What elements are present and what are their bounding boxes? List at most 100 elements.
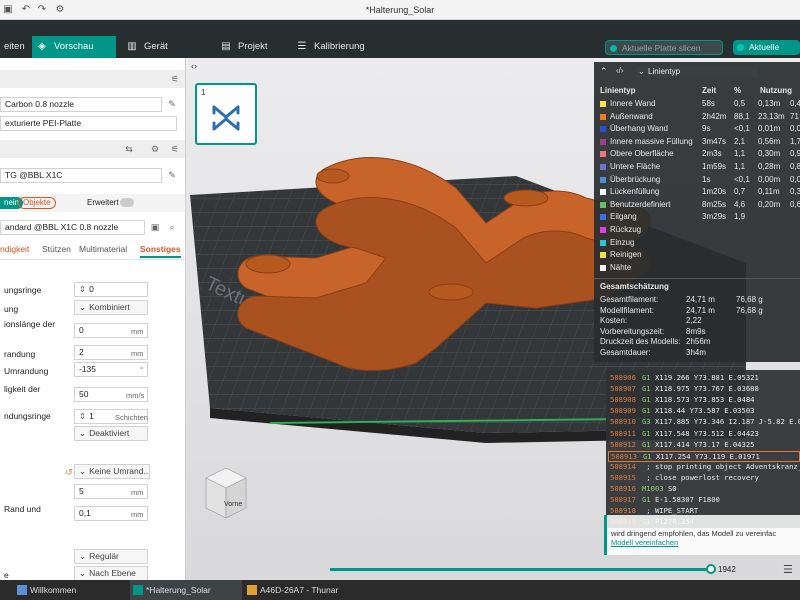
- gcode-viewer[interactable]: 508906 G1 X119.266 Y73.881 E.05321 508907 G…: [606, 370, 800, 528]
- collapse-icon[interactable]: ⌃: [600, 66, 608, 77]
- gcode-line[interactable]: 508916 M1003 S0: [610, 484, 677, 495]
- legend-time: 1m20s: [702, 187, 727, 197]
- layer-slider-track[interactable]: [330, 568, 706, 571]
- collapse-panel-icon[interactable]: ‹›: [188, 61, 200, 75]
- print-sequence-select[interactable]: ⌄ Nach Ebene: [74, 566, 148, 580]
- edit-icon[interactable]: ✎: [167, 170, 177, 181]
- plate-number: 1: [201, 88, 206, 97]
- brim-type-select[interactable]: ⌄ Keine Umrand...: [74, 464, 150, 479]
- tab-multimaterial[interactable]: Multimaterial: [79, 244, 127, 254]
- summary-label: Gesamtdauer:: [600, 347, 651, 357]
- plate-thumbnail[interactable]: 1: [195, 83, 257, 145]
- settings-gear-icon[interactable]: ⚙: [150, 144, 160, 155]
- print-plate-button[interactable]: Aktuelle Platte: [733, 40, 800, 67]
- simplify-model-link[interactable]: Modell vereinfachen: [611, 538, 678, 547]
- tab-speed[interactable]: ndigkeit: [0, 244, 29, 254]
- app-icon: [17, 585, 27, 595]
- sliders-icon[interactable]: ⚟: [170, 74, 180, 85]
- sliders-icon[interactable]: ⚟: [170, 144, 180, 155]
- legend-row[interactable]: Eilgang 3m29s 1,9: [600, 212, 800, 224]
- gcode-line[interactable]: 508906 G1 X119.266 Y73.881 E.05321: [610, 373, 759, 384]
- gcode-command: G3: [641, 417, 651, 427]
- layer-slider-handle[interactable]: [706, 564, 716, 574]
- sync-icon[interactable]: ⇆: [124, 144, 134, 155]
- legend-row[interactable]: Außenwand 2h42m 88,1 23,13m 71: [600, 112, 800, 124]
- reset-icon[interactable]: ↺: [64, 467, 74, 478]
- summary-row: Gesamtdauer: 3h4m: [600, 348, 796, 357]
- brim-angle-input[interactable]: -135: [74, 362, 148, 377]
- summary-row: Druckzeit des Modells: 2h56m: [600, 337, 796, 346]
- legend-swatch: [600, 189, 606, 196]
- menu-icon[interactable]: ☰: [783, 563, 793, 576]
- skirt-type-select[interactable]: ⌄ Kombiniert: [74, 300, 148, 315]
- gcode-line[interactable]: 508908 G1 X118.573 Y73.853 E.0484: [610, 395, 754, 406]
- settings-sidebar: ⚟ Carbon 0.8 nozzle ✎ exturierte PEI-Pla…: [0, 58, 186, 580]
- brim-ears-select[interactable]: ⌄ Deaktiviert: [74, 426, 148, 441]
- gcode-args: X118.975 Y73.767 E.03688: [654, 384, 759, 394]
- view-cube[interactable]: Vorne: [205, 467, 247, 519]
- legend-row[interactable]: Rückzug: [600, 225, 800, 237]
- brim-width-label: randung: [4, 349, 36, 359]
- printer-select[interactable]: TG @BBL X1C: [0, 168, 162, 183]
- search-icon[interactable]: ⌕: [167, 222, 177, 233]
- legend-row[interactable]: Lückenfüllung 1m20s 0,7 0,11m 0,3: [600, 187, 800, 199]
- legend-row[interactable]: Innere massive Füllung 3m47s 2,1 0,56m 1,7: [600, 137, 800, 149]
- gcode-line[interactable]: 508907 G1 X118.975 Y73.767 E.03688: [610, 384, 759, 395]
- nozzle-select[interactable]: Carbon 0.8 nozzle: [0, 97, 162, 112]
- taskbar-item-thunar[interactable]: A46D-26A7 - Thunar: [244, 580, 364, 600]
- legend-row[interactable]: Benutzerdefiniert 8m25s 4,6 0,20m 0,6: [600, 200, 800, 212]
- print-sequence-value: Nach Ebene: [89, 568, 136, 578]
- skirt-loops-input[interactable]: ⇕ 0: [74, 282, 148, 297]
- summary-label: Modellfilament:: [600, 305, 654, 315]
- process-preset-select[interactable]: andard @BBL X1C 0.8 nozzle: [0, 220, 145, 235]
- legend-time: 1s: [702, 174, 711, 184]
- view-type-select[interactable]: ⌄ Linientyp: [636, 66, 758, 77]
- legend-row[interactable]: Innere Wand 58s 0,5 0,13m 0,4: [600, 99, 800, 111]
- slice-plate-button[interactable]: Aktuelle Platte slicen: [605, 40, 723, 55]
- gcode-line[interactable]: 508910 G3 X117.885 Y73.346 I2.187 J-5.82 …: [610, 417, 800, 428]
- taskbar-item-welcome[interactable]: Willkommen: [14, 580, 126, 600]
- brim-loops-unit: Schichten: [115, 413, 148, 422]
- legend-row[interactable]: Untere Fläche 1m59s 1,1 0,28m 0,8: [600, 162, 800, 174]
- thumbnail-model-icon: [212, 105, 240, 131]
- gcode-line[interactable]: 508909 G1 X118.44 Y73.587 E.03503: [610, 406, 754, 417]
- legend-swatch: [600, 101, 606, 107]
- gcode-line[interactable]: 508913 G1 X117.254 Y73.119 E.01971: [608, 450, 800, 462]
- legend-usage-2: 0,9: [790, 149, 800, 159]
- slicing-mode-select[interactable]: ⌄ Regulär: [74, 549, 148, 564]
- device-icon: ▥: [127, 41, 137, 52]
- legend-swatch: [600, 201, 606, 208]
- plate-select[interactable]: exturierte PEI-Platte: [0, 116, 177, 131]
- tab-prepare-label: eiten: [4, 41, 25, 52]
- legend-row[interactable]: Überbrückung 1s <0,1 0,00m 0,0: [600, 175, 800, 187]
- tab-calibration[interactable]: ☰ Kalibrierung: [292, 36, 382, 58]
- gcode-args: ; close powerlost recovery: [646, 472, 759, 482]
- tab-project[interactable]: ▤ Projekt: [216, 36, 286, 58]
- print-sequence-label: e: [4, 570, 9, 580]
- legend-swatch: [600, 239, 606, 246]
- tab-support[interactable]: Stützen: [42, 244, 71, 254]
- brim-gap-unit: mm: [131, 488, 144, 497]
- legend-row[interactable]: Reinigen: [600, 250, 800, 262]
- gcode-line[interactable]: 508912 G1 X117.414 Y73.17 E.04325: [610, 440, 754, 451]
- gcode-line[interactable]: 508911 G1 X117.548 Y73.512 E.04423: [610, 429, 759, 440]
- tab-others[interactable]: Sonstiges: [140, 244, 181, 258]
- legend-row[interactable]: Nähte: [600, 263, 800, 275]
- gcode-line[interactable]: 508917 G1 E-1.58307 F1800: [610, 495, 720, 506]
- taskbar-item-bambu[interactable]: *Halterung_Solar: [130, 580, 242, 600]
- legend-row[interactable]: Überhang Wand 9s <0,1 0,01m 0,0: [600, 124, 800, 136]
- legend-row[interactable]: Einzug: [600, 238, 800, 250]
- save-preset-icon[interactable]: ▣: [150, 222, 160, 233]
- summary-row: Vorbereitungszeit: 8m9s: [600, 327, 796, 336]
- mode-objects-toggle[interactable]: Objekte: [18, 197, 56, 209]
- tab-prepare[interactable]: eiten: [0, 36, 30, 58]
- tab-preview[interactable]: ◈ Vorschau: [32, 36, 116, 58]
- gcode-line[interactable]: 508915 ; close powerlost recovery: [610, 473, 759, 484]
- code-icon[interactable]: ‹/›: [616, 66, 624, 75]
- legend-row[interactable]: Obere Oberfläche 2m3s 1,1 0,30m 0,9: [600, 149, 800, 161]
- edit-icon[interactable]: ✎: [167, 99, 177, 110]
- advanced-toggle[interactable]: [120, 198, 134, 207]
- gcode-args: X117.414 Y73.17 E.04325: [654, 439, 755, 449]
- tab-device[interactable]: ▥ Gerät: [122, 36, 192, 58]
- gcode-line[interactable]: 508914 ; stop printing object Adventskra…: [610, 462, 800, 473]
